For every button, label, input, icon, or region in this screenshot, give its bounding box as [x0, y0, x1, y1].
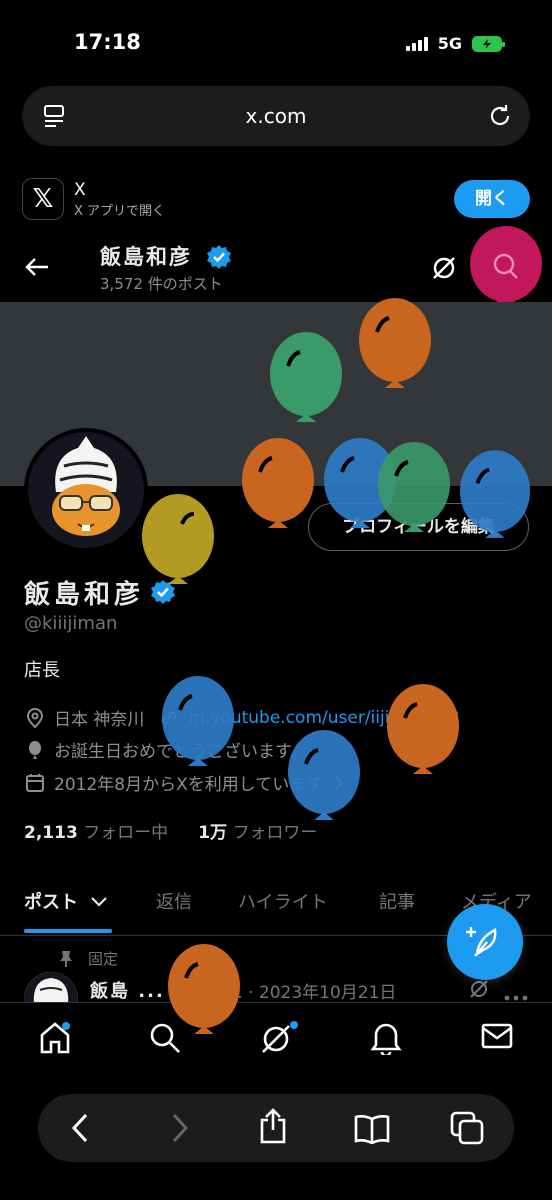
- balloon-green: [378, 442, 450, 532]
- balloon-orange: [242, 438, 314, 528]
- following-count: 2,113: [24, 823, 78, 843]
- follow-stats: 2,113 フォロー中 1万 フォロワー: [24, 818, 317, 843]
- tab-posts[interactable]: ポスト: [24, 888, 108, 914]
- browser-toolbar: [38, 1094, 514, 1162]
- pinned-indicator: 固定: [58, 948, 118, 969]
- reload-icon[interactable]: [486, 102, 514, 134]
- header-post-count: 3,572 件のポスト: [100, 275, 223, 293]
- app-subtitle: X アプリで開く: [74, 204, 166, 219]
- chevron-down-icon: [91, 897, 108, 907]
- balloon-blue: [459, 450, 531, 538]
- bell-icon[interactable]: [370, 1021, 402, 1059]
- balloon-orange: [359, 298, 431, 388]
- balloon-green: [270, 332, 342, 422]
- back-arrow-icon[interactable]: [24, 256, 50, 282]
- battery-icon: [472, 35, 505, 52]
- balloon-orange: [168, 944, 240, 1034]
- share-icon[interactable]: [258, 1108, 288, 1148]
- app-name: X: [74, 180, 86, 200]
- post-author-name[interactable]: 飯島 ...: [90, 977, 165, 1003]
- balloon-yellow: [142, 494, 214, 584]
- calendar-icon: [26, 773, 44, 792]
- pin-icon: [60, 950, 72, 967]
- active-tab-indicator: [24, 929, 112, 933]
- balloon-blue: [162, 676, 234, 766]
- tabs-icon[interactable]: [450, 1111, 484, 1149]
- bookmarks-icon[interactable]: [354, 1114, 390, 1148]
- signal-icon: [405, 36, 428, 51]
- tab-highlights[interactable]: ハイライト: [238, 888, 328, 914]
- grok-icon[interactable]: [430, 254, 458, 286]
- compose-button[interactable]: [447, 904, 523, 980]
- location-icon: [26, 707, 44, 728]
- search-balloon[interactable]: [460, 226, 552, 316]
- balloon-orange: [387, 684, 459, 774]
- tab-replies[interactable]: 返信: [156, 888, 192, 914]
- balloon-blue: [288, 730, 360, 820]
- network-label: 5G: [437, 34, 462, 53]
- profile-handle: @kiiijiman: [24, 613, 118, 634]
- followers-count: 1万: [198, 823, 228, 843]
- joined-text: 2012年8月からXを利用しています: [54, 775, 324, 795]
- profile-bio: 店長: [24, 660, 60, 681]
- grok-icon[interactable]: [259, 1021, 299, 1059]
- tab-articles[interactable]: 記事: [379, 888, 415, 914]
- pinned-label: 固定: [88, 950, 119, 968]
- x-app-logo: 𝕏: [22, 178, 64, 220]
- mail-icon[interactable]: [481, 1021, 513, 1055]
- grok-icon[interactable]: [468, 978, 490, 1004]
- profile-name: 飯島和彦: [24, 580, 145, 610]
- following-link[interactable]: 2,113 フォロー中: [24, 818, 168, 843]
- profile-avatar[interactable]: [24, 428, 148, 552]
- following-label: フォロー中: [83, 823, 169, 843]
- followers-label: フォロワー: [232, 823, 318, 843]
- tab-posts-label: ポスト: [24, 892, 78, 913]
- balloon-icon: [29, 740, 41, 759]
- status-time: 17:18: [74, 30, 141, 54]
- header-name: 飯島和彦: [100, 245, 192, 269]
- back-icon[interactable]: [70, 1112, 90, 1148]
- forward-icon[interactable]: [170, 1112, 190, 1148]
- open-app-button[interactable]: 開く: [454, 180, 530, 218]
- bottom-nav: [0, 1002, 552, 1074]
- url-text[interactable]: x.com: [22, 104, 530, 128]
- address-bar[interactable]: x.com: [22, 86, 530, 146]
- verified-badge-icon: [206, 244, 232, 274]
- location-text: 日本 神奈川: [54, 710, 145, 730]
- home-icon[interactable]: [38, 1021, 72, 1059]
- status-indicators: 5G: [405, 34, 505, 53]
- compose-icon: [466, 927, 497, 957]
